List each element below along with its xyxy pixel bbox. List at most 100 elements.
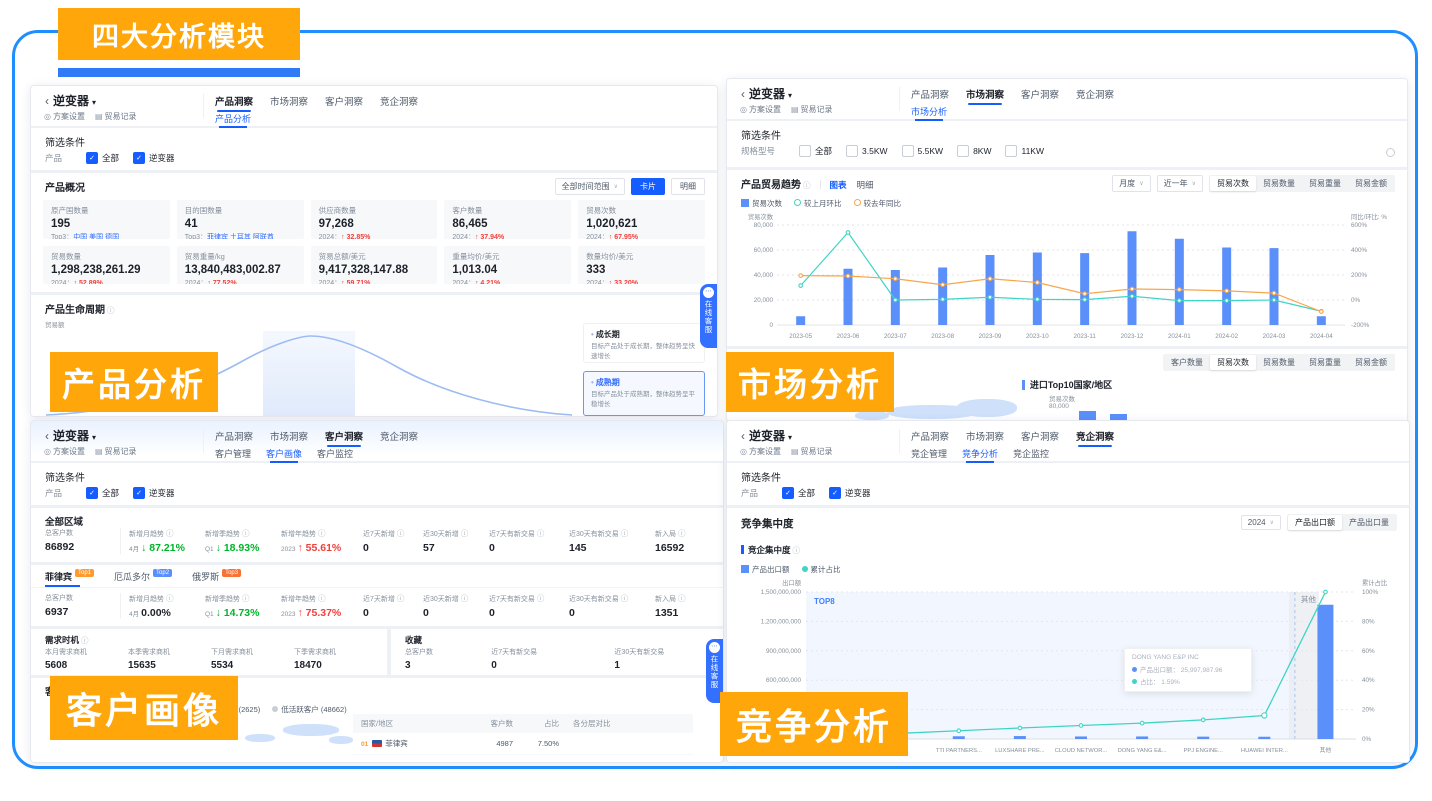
- plan-settings-link[interactable]: ◎方案设置: [740, 446, 781, 457]
- back-icon[interactable]: ‹: [741, 87, 745, 101]
- period-select[interactable]: 月度 ∨: [1112, 175, 1150, 192]
- year-select[interactable]: 2024 ∨: [1241, 515, 1281, 530]
- checkbox-逆变器[interactable]: ✓逆变器: [829, 487, 871, 499]
- tab-竞企洞察[interactable]: 竞企洞察: [1076, 87, 1114, 101]
- panel-header: ‹逆变器▾ ◎方案设置 ▤贸易记录 产品洞察 市场洞察 客户洞察 竞企洞察产品分析: [31, 86, 717, 127]
- svg-text:2023-11: 2023-11: [1074, 333, 1097, 340]
- tab-客户洞察[interactable]: 客户洞察: [1021, 87, 1059, 101]
- scheme-selector[interactable]: ‹逆变器▾: [45, 92, 96, 109]
- metric-贸易重量[interactable]: 贸易重量: [1302, 355, 1348, 370]
- plan-settings-link[interactable]: ◎方案设置: [44, 111, 85, 122]
- stat-card: 原产国数量195Top3：中国 美国 德国: [43, 200, 170, 239]
- checkbox-11KW[interactable]: 11KW: [1005, 145, 1044, 157]
- stat-card: 客户数量86,4652024：↑ 37.94%: [444, 200, 571, 239]
- trade-records-link[interactable]: ▤贸易记录: [95, 446, 137, 457]
- subtab-产品分析[interactable]: 产品分析: [215, 112, 251, 125]
- viewtab-明细[interactable]: 明细: [857, 180, 874, 190]
- stat-近7天有新交易: 近7天有新交易ⓘ0: [489, 593, 569, 619]
- subtab-客户画像[interactable]: 客户画像: [266, 447, 302, 460]
- tab-客户洞察[interactable]: 客户洞察: [325, 429, 363, 443]
- back-icon[interactable]: ‹: [45, 429, 49, 443]
- range-select[interactable]: 近一年 ∨: [1157, 175, 1203, 192]
- subtab-竞企监控[interactable]: 竞企监控: [1013, 447, 1049, 460]
- document-icon: ▤: [791, 105, 799, 114]
- plan-settings-link[interactable]: ◎方案设置: [740, 104, 781, 115]
- country-tab-厄瓜多尔[interactable]: 厄瓜多尔Top2: [114, 565, 172, 587]
- trade-records-link[interactable]: ▤贸易记录: [791, 446, 833, 457]
- checkbox-逆变器[interactable]: ✓逆变器: [133, 487, 175, 499]
- scheme-selector[interactable]: ‹逆变器▾: [741, 427, 792, 444]
- subtab-客户管理[interactable]: 客户管理: [215, 447, 251, 460]
- checkbox-3.5KW[interactable]: 3.5KW: [846, 145, 888, 157]
- svg-text:2023-09: 2023-09: [979, 333, 1002, 340]
- collapse-icon[interactable]: [1386, 148, 1395, 157]
- tab-市场洞察[interactable]: 市场洞察: [966, 87, 1004, 101]
- trade-records-link[interactable]: ▤贸易记录: [791, 104, 833, 115]
- tab-产品洞察[interactable]: 产品洞察: [911, 87, 949, 101]
- svg-text:PPJ ENGINE...: PPJ ENGINE...: [1184, 748, 1224, 754]
- info-icon: ⓘ: [318, 529, 326, 538]
- metric-产品出口额[interactable]: 产品出口额: [1288, 515, 1342, 530]
- document-icon: ▤: [95, 112, 103, 121]
- trade-records-link[interactable]: ▤贸易记录: [95, 111, 137, 122]
- tab-市场洞察[interactable]: 市场洞察: [270, 429, 308, 443]
- metric-贸易重量[interactable]: 贸易重量: [1302, 176, 1348, 191]
- checkbox-全部[interactable]: ✓全部: [86, 152, 119, 164]
- online-service-button[interactable]: ⋯在线客服: [700, 284, 717, 348]
- checkbox-全部[interactable]: ✓全部: [86, 487, 119, 499]
- stage-card-成长期[interactable]: •成长期目标产品处于成长期，整体趋势呈快速增长: [583, 323, 705, 363]
- time-range-select[interactable]: 全部时间范围 ∨: [555, 178, 625, 195]
- tab-产品洞察[interactable]: 产品洞察: [215, 94, 253, 108]
- checkbox-5.5KW[interactable]: 5.5KW: [902, 145, 944, 157]
- svg-text:2023-12: 2023-12: [1121, 333, 1144, 340]
- metric-产品出口量[interactable]: 产品出口量: [1342, 515, 1396, 530]
- checkbox-全部[interactable]: 全部: [799, 145, 832, 157]
- checkbox-8KW[interactable]: 8KW: [957, 145, 991, 157]
- card-view-button[interactable]: 卡片: [631, 178, 665, 195]
- tab-竞企洞察[interactable]: 竞企洞察: [1076, 429, 1114, 443]
- tab-产品洞察[interactable]: 产品洞察: [215, 429, 253, 443]
- metric-贸易次数[interactable]: 贸易次数: [1210, 355, 1256, 370]
- demand-title: 需求时机ⓘ: [45, 634, 89, 646]
- subtab-市场分析[interactable]: 市场分析: [911, 105, 947, 118]
- tab-竞企洞察[interactable]: 竞企洞察: [380, 429, 418, 443]
- metric-贸易金额[interactable]: 贸易金额: [1348, 355, 1394, 370]
- dot-icon: [1132, 679, 1137, 684]
- viewtab-图表[interactable]: 图表: [830, 180, 847, 190]
- tab-客户洞察[interactable]: 客户洞察: [1021, 429, 1059, 443]
- back-icon[interactable]: ‹: [45, 94, 49, 108]
- country-tab-菲律宾[interactable]: 菲律宾Top1: [45, 565, 94, 587]
- tab-市场洞察[interactable]: 市场洞察: [966, 429, 1004, 443]
- tab-竞企洞察[interactable]: 竞企洞察: [380, 94, 418, 108]
- favorites-item: 总客户数3: [405, 647, 491, 671]
- metric-贸易数量[interactable]: 贸易数量: [1256, 355, 1302, 370]
- checkbox-逆变器[interactable]: ✓逆变器: [133, 152, 175, 164]
- tab-市场洞察[interactable]: 市场洞察: [270, 94, 308, 108]
- scheme-selector[interactable]: ‹逆变器▾: [741, 85, 792, 102]
- table-row[interactable]: 01菲律宾49877.50%: [353, 733, 693, 755]
- main-title: 四大分析模块: [92, 15, 266, 54]
- detail-view-button[interactable]: 明细: [671, 178, 705, 195]
- tab-产品洞察[interactable]: 产品洞察: [911, 429, 949, 443]
- checkbox-icon: [902, 145, 914, 157]
- checkbox-全部[interactable]: ✓全部: [782, 487, 815, 499]
- demand-timing-card: 需求时机ⓘ本月需求商机5608本季需求商机15635下月需求商机5534下季需求…: [31, 629, 387, 675]
- subtab-客户监控[interactable]: 客户监控: [317, 447, 353, 460]
- metric-贸易次数[interactable]: 贸易次数: [1210, 176, 1256, 191]
- back-icon[interactable]: ‹: [741, 429, 745, 443]
- stage-card-成熟期[interactable]: •成熟期目标产品处于成熟期，整体趋势呈平稳增长: [583, 371, 705, 416]
- subtab-竞争分析[interactable]: 竞争分析: [962, 447, 998, 460]
- metric-客户数量[interactable]: 客户数量: [1164, 355, 1210, 370]
- favorites-title: 收藏: [405, 634, 422, 646]
- subtab-竞企管理[interactable]: 竞企管理: [911, 447, 947, 460]
- metric-贸易金额[interactable]: 贸易金额: [1348, 176, 1394, 191]
- scheme-name: 逆变器: [53, 429, 89, 443]
- stat-新增季趋势: 新增季趋势ⓘQ1↓ 18.93%: [205, 528, 281, 554]
- svg-text:2024-02: 2024-02: [1215, 333, 1238, 340]
- metric-贸易数量[interactable]: 贸易数量: [1256, 176, 1302, 191]
- country-tab-俄罗斯[interactable]: 俄罗斯Top3: [192, 565, 241, 587]
- checkbox-icon: ✓: [829, 487, 841, 499]
- scheme-selector[interactable]: ‹逆变器▾: [45, 427, 96, 444]
- tab-客户洞察[interactable]: 客户洞察: [325, 94, 363, 108]
- plan-settings-link[interactable]: ◎方案设置: [44, 446, 85, 457]
